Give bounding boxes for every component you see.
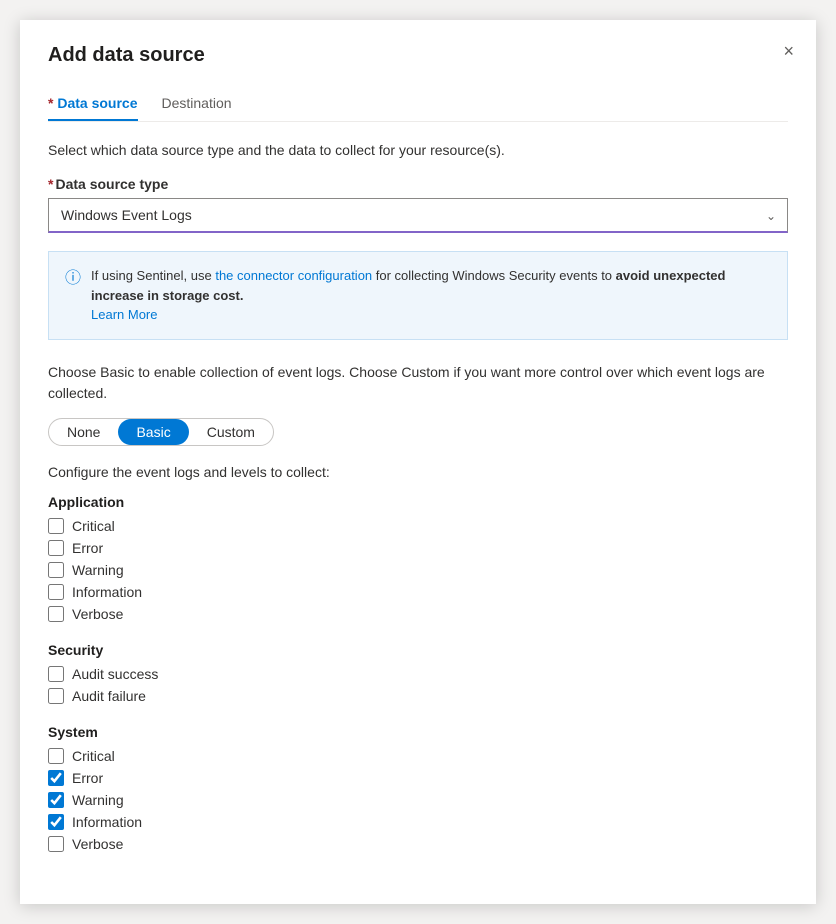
sys-verbose-label[interactable]: Verbose: [72, 836, 123, 852]
app-critical-label[interactable]: Critical: [72, 518, 115, 534]
list-item: Warning: [48, 562, 788, 578]
sys-critical-label[interactable]: Critical: [72, 748, 115, 764]
list-item: Verbose: [48, 836, 788, 852]
sec-audit-success-checkbox[interactable]: [48, 666, 64, 682]
info-icon: ⓘ: [65, 267, 81, 291]
mode-custom-button[interactable]: Custom: [189, 419, 273, 445]
app-warning-label[interactable]: Warning: [72, 562, 124, 578]
tab-bar: Data source Destination: [48, 87, 788, 122]
data-source-type-select-wrapper: Windows Event Logs Linux Syslog Performa…: [48, 198, 788, 233]
app-error-checkbox[interactable]: [48, 540, 64, 556]
learn-more-link[interactable]: Learn More: [91, 307, 157, 322]
tab-data-source[interactable]: Data source: [48, 87, 138, 121]
tab-destination[interactable]: Destination: [162, 87, 232, 121]
page-description: Select which data source type and the da…: [48, 142, 788, 158]
application-section-title: Application: [48, 494, 788, 510]
list-item: Verbose: [48, 606, 788, 622]
list-item: Error: [48, 540, 788, 556]
sys-warning-label[interactable]: Warning: [72, 792, 124, 808]
sec-audit-success-label[interactable]: Audit success: [72, 666, 158, 682]
security-section: Security Audit success Audit failure: [48, 642, 788, 704]
dialog-title: Add data source: [48, 44, 788, 67]
list-item: Audit success: [48, 666, 788, 682]
app-warning-checkbox[interactable]: [48, 562, 64, 578]
sys-critical-checkbox[interactable]: [48, 748, 64, 764]
mode-none-button[interactable]: None: [49, 419, 118, 445]
sys-error-checkbox[interactable]: [48, 770, 64, 786]
add-data-source-dialog: Add data source × Data source Destinatio…: [20, 20, 816, 904]
list-item: Information: [48, 814, 788, 830]
list-item: Error: [48, 770, 788, 786]
list-item: Warning: [48, 792, 788, 808]
mode-description: Choose Basic to enable collection of eve…: [48, 362, 788, 404]
sys-information-checkbox[interactable]: [48, 814, 64, 830]
info-text: If using Sentinel, use the connector con…: [91, 266, 771, 325]
sys-information-label[interactable]: Information: [72, 814, 142, 830]
mode-selector: None Basic Custom: [48, 418, 274, 446]
data-source-type-select[interactable]: Windows Event Logs Linux Syslog Performa…: [48, 198, 788, 233]
security-section-title: Security: [48, 642, 788, 658]
connector-config-link[interactable]: the connector configuration: [215, 268, 372, 283]
app-information-checkbox[interactable]: [48, 584, 64, 600]
sec-audit-failure-label[interactable]: Audit failure: [72, 688, 146, 704]
list-item: Information: [48, 584, 788, 600]
app-information-label[interactable]: Information: [72, 584, 142, 600]
info-box: ⓘ If using Sentinel, use the connector c…: [48, 251, 788, 340]
system-section-title: System: [48, 724, 788, 740]
data-source-type-label: *Data source type: [48, 176, 788, 192]
list-item: Critical: [48, 748, 788, 764]
list-item: Critical: [48, 518, 788, 534]
sys-warning-checkbox[interactable]: [48, 792, 64, 808]
system-section: System Critical Error Warning Informatio…: [48, 724, 788, 852]
application-section: Application Critical Error Warning Infor…: [48, 494, 788, 622]
sec-audit-failure-checkbox[interactable]: [48, 688, 64, 704]
configure-label: Configure the event logs and levels to c…: [48, 464, 788, 480]
app-verbose-label[interactable]: Verbose: [72, 606, 123, 622]
mode-basic-button[interactable]: Basic: [118, 419, 188, 445]
list-item: Audit failure: [48, 688, 788, 704]
app-error-label[interactable]: Error: [72, 540, 103, 556]
app-verbose-checkbox[interactable]: [48, 606, 64, 622]
close-button[interactable]: ×: [779, 38, 798, 64]
sys-error-label[interactable]: Error: [72, 770, 103, 786]
app-critical-checkbox[interactable]: [48, 518, 64, 534]
sys-verbose-checkbox[interactable]: [48, 836, 64, 852]
